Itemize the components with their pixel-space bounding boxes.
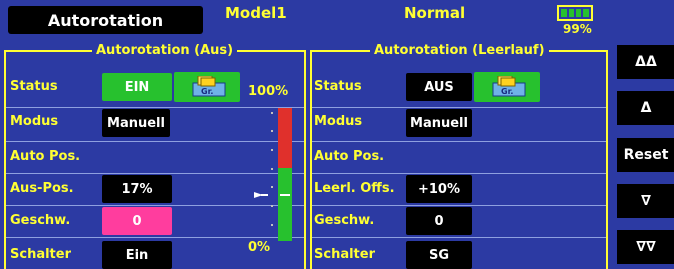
left-mode-label: Modus (10, 114, 59, 129)
battery-icon (557, 5, 593, 21)
right-panel-right-border (606, 50, 608, 269)
left-speed-button[interactable]: 0 (102, 207, 172, 235)
reset-button[interactable]: Reset (616, 137, 674, 173)
position-scale-red-zone (278, 108, 292, 168)
row-divider (312, 237, 606, 238)
left-mode-button[interactable]: Manuell (102, 109, 170, 137)
group-icon: Gr. (192, 76, 226, 97)
row-divider (312, 205, 606, 206)
right-group-button[interactable]: Gr. (474, 72, 540, 102)
group-icon: Gr. (492, 76, 526, 97)
right-status-button[interactable]: AUS (406, 73, 472, 101)
left-panel-right-border (304, 50, 306, 269)
left-switch-button[interactable]: Ein (102, 241, 172, 269)
left-panel-title: Autorotation (Aus) (92, 43, 238, 58)
row-divider (6, 237, 304, 238)
row-divider (312, 141, 606, 142)
row-divider (6, 141, 304, 142)
right-mode-label: Modus (314, 114, 363, 129)
right-idle-offset-label: Leerl. Offs. (314, 181, 395, 196)
battery-percent: 99% (563, 22, 592, 36)
right-status-label: Status (314, 79, 362, 94)
position-pointer-icon (254, 192, 268, 199)
fast-down-button[interactable]: ∇∇ (616, 229, 674, 265)
left-speed-label: Geschw. (10, 213, 71, 228)
step-down-button[interactable]: ∇ (616, 183, 674, 219)
right-switch-button[interactable]: SG (406, 241, 472, 269)
step-up-button[interactable]: Δ (616, 90, 674, 126)
left-switch-label: Schalter (10, 247, 71, 262)
model-name: Model1 (225, 4, 287, 22)
position-scale-green-zone (278, 168, 292, 241)
right-speed-label: Geschw. (314, 213, 375, 228)
left-group-label: Gr. (201, 87, 213, 96)
left-scale-bottom-label: 0% (248, 240, 271, 255)
fast-up-button[interactable]: ΔΔ (616, 44, 674, 80)
row-divider (6, 173, 304, 174)
left-status-button[interactable]: EIN (102, 73, 172, 101)
position-scale-bar (278, 108, 292, 241)
left-scale-top-label: 100% (248, 84, 289, 99)
right-panel-title: Autorotation (Leerlauf) (370, 43, 549, 58)
condition-name: Normal (404, 4, 466, 22)
row-divider (6, 205, 304, 206)
right-auto-pos-label: Auto Pos. (314, 149, 385, 164)
right-speed-button[interactable]: 0 (406, 207, 472, 235)
left-auto-pos-label: Auto Pos. (10, 149, 81, 164)
left-off-pos-button[interactable]: 17% (102, 175, 172, 203)
row-divider (312, 173, 606, 174)
left-status-label: Status (10, 79, 58, 94)
right-switch-label: Schalter (314, 247, 375, 262)
row-divider (6, 107, 304, 108)
right-idle-offset-button[interactable]: +10% (406, 175, 472, 203)
left-group-button[interactable]: Gr. (174, 72, 240, 102)
left-off-pos-label: Aus-Pos. (10, 181, 74, 196)
position-scale-marker (280, 194, 290, 197)
right-group-label: Gr. (501, 87, 513, 96)
screen-title-button[interactable]: Autorotation (8, 6, 203, 34)
right-mode-button[interactable]: Manuell (406, 109, 472, 137)
row-divider (312, 107, 606, 108)
